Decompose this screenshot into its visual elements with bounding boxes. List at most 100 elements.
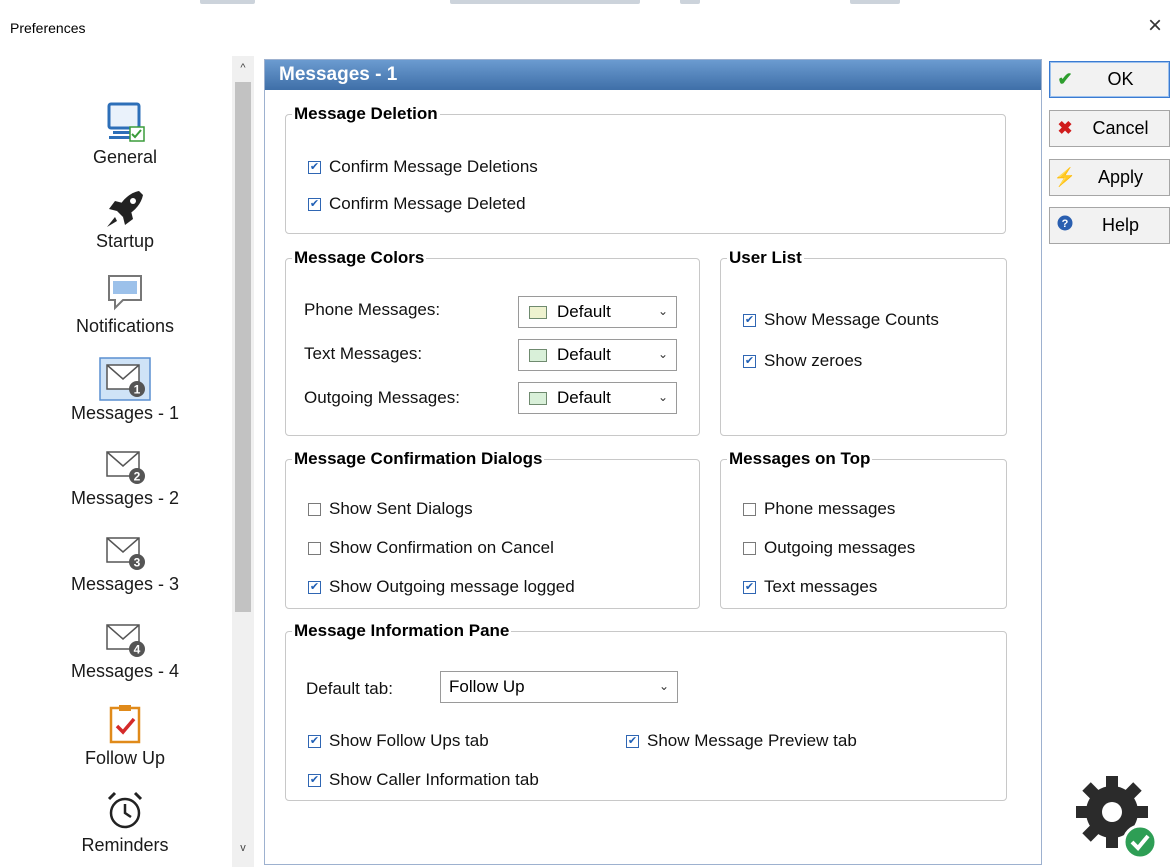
chevron-down-icon: ⌄ <box>657 347 668 361</box>
button-label: Apply <box>1097 167 1144 187</box>
checkbox-label: Show Follow Ups tab <box>329 731 489 750</box>
show-outgoing-logged-checkbox[interactable]: ✔ Show Outgoing message logged <box>308 577 575 597</box>
info-pane-group: Message Information Pane Default tab: Fo… <box>285 621 1007 801</box>
outgoing-color-select[interactable]: Default ⌄ <box>518 382 677 414</box>
show-preview-checkbox[interactable]: ✔ Show Message Preview tab <box>626 731 857 751</box>
checkbox-label: Show Sent Dialogs <box>329 499 473 518</box>
envelope-1-icon: 1 <box>99 357 151 401</box>
nav-label-startup: Startup <box>95 231 155 251</box>
confirm-deletions-checkbox[interactable]: ✔ Confirm Message Deletions <box>308 157 538 177</box>
messages-on-top-legend: Messages on Top <box>729 449 871 468</box>
select-value: Default <box>557 345 611 364</box>
checkbox-label: Show Message Preview tab <box>647 731 857 750</box>
close-icon[interactable]: × <box>1148 14 1162 38</box>
window-title: Preferences <box>10 20 86 36</box>
scroll-up-icon[interactable]: ^ <box>235 62 251 78</box>
default-tab-label: Default tab: <box>306 679 393 699</box>
nav-label-notifications: Notifications <box>75 316 175 336</box>
checkbox-box[interactable]: ✔ <box>308 160 321 174</box>
nav-item-notifications[interactable]: Notifications <box>40 272 210 337</box>
confirmation-dialogs-group: Message Confirmation Dialogs Show Sent D… <box>285 449 700 609</box>
nav-item-reminders[interactable]: Reminders <box>40 789 210 856</box>
checkbox-label: Confirm Message Deletions <box>329 157 538 176</box>
show-cancel-confirmation-checkbox[interactable]: Show Confirmation on Cancel <box>308 538 554 558</box>
apply-button[interactable]: ⚡ Apply <box>1049 159 1170 196</box>
help-icon-glyph: ? <box>1057 215 1073 231</box>
nav-item-messages-2[interactable]: 2 Messages - 2 <box>40 446 210 509</box>
chevron-down-icon: ⌄ <box>658 679 669 693</box>
chevron-down-icon: ⌄ <box>657 390 668 404</box>
title-bar: Preferences × <box>0 0 1173 52</box>
nav-item-messages-1[interactable]: 1 Messages - 1 <box>40 357 210 424</box>
phone-messages-checkbox[interactable]: Phone messages <box>743 499 895 519</box>
nav-item-general[interactable]: General <box>40 101 210 168</box>
button-label: Cancel <box>1092 118 1149 138</box>
lightning-icon: ⚡ <box>1053 167 1077 187</box>
checkbox-box[interactable]: ✔ <box>308 197 321 211</box>
checkbox-label: Show Caller Information tab <box>329 770 539 789</box>
scroll-thumb[interactable] <box>235 82 251 612</box>
svg-text:?: ? <box>1062 218 1069 230</box>
svg-text:1: 1 <box>134 383 141 397</box>
label-text: Phone Messages: <box>304 300 441 319</box>
phone-messages-label: Phone Messages: <box>304 300 440 320</box>
scroll-down-icon[interactable]: v <box>235 842 251 858</box>
checkbox-label: Show Message Counts <box>764 310 939 329</box>
checkbox-box[interactable] <box>308 541 321 555</box>
label-text: Default tab: <box>306 679 393 698</box>
nav-label-follow-up: Follow Up <box>84 748 166 768</box>
button-label: Help <box>1101 215 1140 235</box>
show-zeroes-checkbox[interactable]: ✔ Show zeroes <box>743 351 862 371</box>
checkbox-box[interactable] <box>743 502 756 516</box>
text-messages-checkbox[interactable]: ✔ Text messages <box>743 577 877 597</box>
checkbox-box[interactable]: ✔ <box>308 580 321 594</box>
message-deletion-legend: Message Deletion <box>294 104 438 123</box>
chevron-down-icon: ⌄ <box>657 304 668 318</box>
default-tab-select[interactable]: Follow Up ⌄ <box>440 671 678 703</box>
confirmation-dialogs-legend: Message Confirmation Dialogs <box>294 449 543 468</box>
background-window-bleed <box>200 0 960 6</box>
show-caller-checkbox[interactable]: ✔ Show Caller Information tab <box>308 770 539 790</box>
nav-label-general: General <box>92 147 158 167</box>
text-messages-label: Text Messages: <box>304 344 422 364</box>
checkmark-icon: ✔ <box>1057 69 1073 89</box>
nav-item-startup[interactable]: Startup <box>40 187 210 252</box>
nav-scrollbar[interactable]: ^ v <box>232 56 254 867</box>
checkbox-label: Show Confirmation on Cancel <box>329 538 554 557</box>
help-button[interactable]: ? Help <box>1049 207 1170 244</box>
user-list-group: User List ✔ Show Message Counts ✔ Show z… <box>720 248 1007 436</box>
select-value: Default <box>557 302 611 321</box>
cancel-button[interactable]: ✖ Cancel <box>1049 110 1170 147</box>
text-color-select[interactable]: Default ⌄ <box>518 339 677 371</box>
clipboard-check-icon <box>109 705 141 744</box>
checkbox-box[interactable]: ✔ <box>308 734 321 748</box>
outgoing-messages-label: Outgoing Messages: <box>304 388 460 408</box>
phone-color-select[interactable]: Default ⌄ <box>518 296 677 328</box>
show-counts-checkbox[interactable]: ✔ Show Message Counts <box>743 310 939 330</box>
nav-item-follow-up[interactable]: Follow Up <box>40 702 210 769</box>
nav-item-messages-4[interactable]: 4 Messages - 4 <box>40 619 210 682</box>
svg-text:4: 4 <box>134 643 141 657</box>
show-sent-dialogs-checkbox[interactable]: Show Sent Dialogs <box>308 499 473 519</box>
outgoing-messages-checkbox[interactable]: Outgoing messages <box>743 538 915 558</box>
nav-item-messages-3[interactable]: 3 Messages - 3 <box>40 532 210 595</box>
checkbox-box[interactable]: ✔ <box>626 734 639 748</box>
svg-text:3: 3 <box>134 556 141 570</box>
help-icon: ? <box>1050 215 1080 236</box>
nav-label-messages-1: Messages - 1 <box>70 403 180 423</box>
checkbox-box[interactable]: ✔ <box>743 313 756 327</box>
show-followups-checkbox[interactable]: ✔ Show Follow Ups tab <box>308 731 489 751</box>
checkbox-box[interactable]: ✔ <box>743 354 756 368</box>
speech-bubble-icon <box>108 275 142 311</box>
checkbox-box[interactable] <box>743 541 756 555</box>
checkbox-box[interactable]: ✔ <box>308 773 321 787</box>
x-icon: ✖ <box>1057 118 1073 138</box>
checkbox-label: Phone messages <box>764 499 896 518</box>
confirm-deleted-checkbox[interactable]: ✔ Confirm Message Deleted <box>308 194 526 214</box>
settings-gear-icon <box>1076 776 1158 860</box>
checkbox-box[interactable] <box>308 502 321 516</box>
checkbox-box[interactable]: ✔ <box>743 580 756 594</box>
ok-button[interactable]: ✔ OK <box>1049 61 1170 98</box>
color-swatch <box>529 348 547 362</box>
nav-label-messages-2: Messages - 2 <box>70 488 180 508</box>
